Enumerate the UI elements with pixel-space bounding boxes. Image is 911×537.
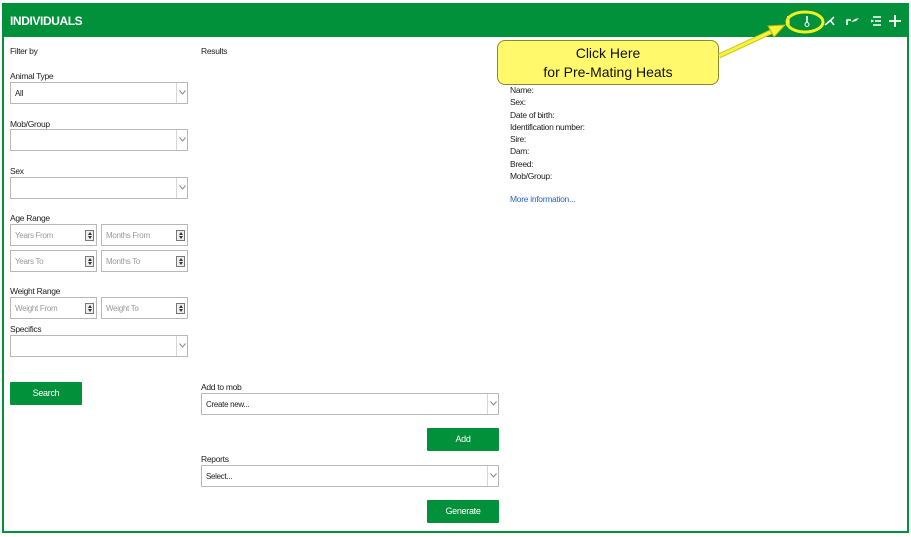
reports-value: Select... <box>206 472 233 481</box>
weight-to-placeholder: Weight To <box>106 304 139 313</box>
mob-group-select[interactable] <box>10 129 188 151</box>
weight-to-input[interactable]: Weight To <box>101 297 188 319</box>
add-to-mob-select[interactable]: Create new... <box>201 393 499 415</box>
chevron-down-icon <box>176 336 187 356</box>
mob-group-label: Mob/Group <box>10 119 50 129</box>
specifics-select[interactable] <box>10 335 188 357</box>
animal-type-label: Animal Type <box>10 71 54 81</box>
months-from-placeholder: Months From <box>106 231 150 240</box>
add-button[interactable]: Add <box>427 428 499 451</box>
years-to-input[interactable]: Years To <box>10 250 97 272</box>
chevron-down-icon <box>176 178 187 198</box>
spinner-icon[interactable] <box>176 230 185 241</box>
spinner-icon[interactable] <box>176 256 185 267</box>
callout-line-1: Click Here <box>575 45 641 61</box>
years-to-placeholder: Years To <box>15 257 44 266</box>
chevron-down-icon <box>487 466 498 486</box>
more-information-link[interactable]: More information... <box>510 194 575 204</box>
detail-fields: Name: Sex: Date of birth: Identification… <box>510 84 585 182</box>
animal-type-value: All <box>15 89 23 98</box>
add-to-mob-label: Add to mob <box>201 382 242 392</box>
weight-range-label: Weight Range <box>10 286 61 296</box>
reports-label: Reports <box>201 454 229 464</box>
search-button[interactable]: Search <box>10 382 82 405</box>
filter-icon[interactable] <box>780 12 798 30</box>
page-title: INDIVIDUALS <box>10 14 83 28</box>
callout-line-2: for Pre-Mating Heats <box>543 64 673 80</box>
sex-select[interactable] <box>10 177 188 199</box>
animal-type-select[interactable]: All <box>10 82 188 104</box>
annotation-callout: Click Here for Pre-Mating Heats <box>497 40 719 85</box>
chevron-down-icon <box>176 83 187 103</box>
birth-icon[interactable] <box>844 12 862 30</box>
plus-icon[interactable] <box>886 12 904 30</box>
detail-id-label: Identification number: <box>510 121 585 132</box>
specifics-label: Specifics <box>10 324 42 334</box>
list-icon[interactable] <box>868 12 886 30</box>
mating-icon[interactable] <box>821 12 839 30</box>
months-to-placeholder: Months To <box>106 257 141 266</box>
weight-from-placeholder: Weight From <box>15 304 58 313</box>
detail-name-label: Name: <box>510 85 534 95</box>
chevron-down-icon <box>487 394 498 414</box>
detail-sire-label: Sire: <box>510 134 526 145</box>
app-window: INDIVIDUALS Filter by Animal Type All Mo… <box>2 3 909 533</box>
detail-dob-label: Date of birth: <box>510 109 555 120</box>
detail-breed-label: Breed: <box>510 158 534 169</box>
filter-by-heading: Filter by <box>10 46 38 56</box>
spinner-icon[interactable] <box>85 230 94 241</box>
sex-label: Sex <box>10 166 24 176</box>
results-heading: Results <box>201 46 228 56</box>
detail-sex-label: Sex: <box>510 97 526 108</box>
months-from-input[interactable]: Months From <box>101 224 188 246</box>
add-to-mob-value: Create new... <box>206 400 250 409</box>
spinner-icon[interactable] <box>176 303 185 314</box>
years-from-input[interactable]: Years From <box>10 224 97 246</box>
months-to-input[interactable]: Months To <box>101 250 188 272</box>
detail-mob-label: Mob/Group: <box>510 171 552 182</box>
age-range-label: Age Range <box>10 213 50 223</box>
chevron-down-icon <box>176 130 187 150</box>
detail-dam-label: Dam: <box>510 146 530 157</box>
weight-from-input[interactable]: Weight From <box>10 297 97 319</box>
header-bar: INDIVIDUALS <box>4 5 907 37</box>
years-from-placeholder: Years From <box>15 231 54 240</box>
spinner-icon[interactable] <box>85 303 94 314</box>
thermometer-icon[interactable] <box>798 12 816 30</box>
generate-button[interactable]: Generate <box>427 500 499 523</box>
reports-select[interactable]: Select... <box>201 465 499 487</box>
spinner-icon[interactable] <box>85 256 94 267</box>
